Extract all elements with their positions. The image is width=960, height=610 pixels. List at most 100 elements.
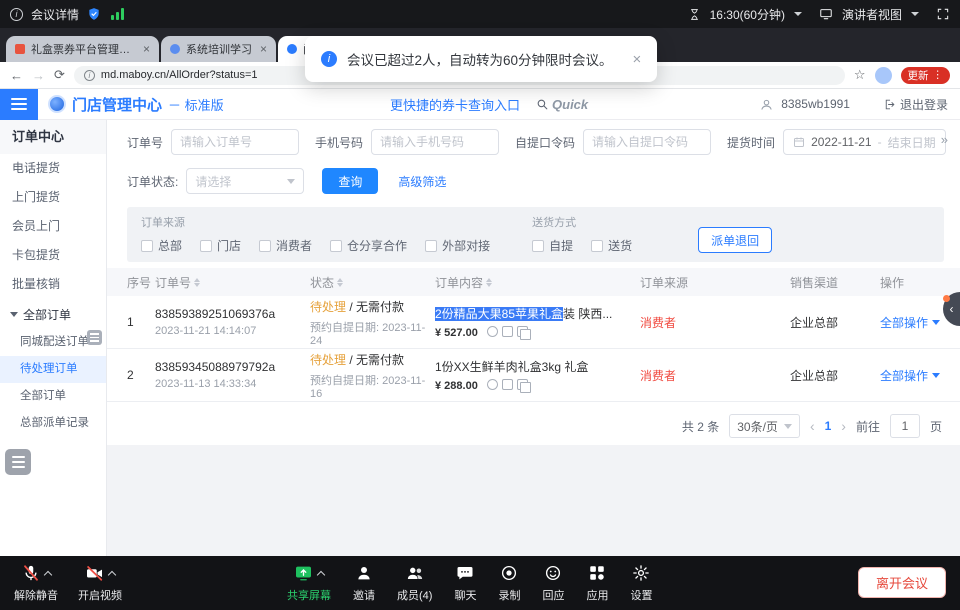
advanced-filter-link[interactable]: 高级筛选 (398, 173, 446, 190)
username[interactable]: 8385wb1991 (781, 97, 850, 111)
url-text: md.maboy.cn/AllOrder?status=1 (101, 69, 258, 81)
package-icon[interactable] (502, 379, 513, 390)
order-status-select[interactable]: 请选择 (186, 168, 304, 194)
prev-page-icon[interactable]: ‹ (810, 418, 815, 434)
app-header: 门店管理中心 － 标准版 更快捷的券卡查询入口 Quick 8385wb1991 (0, 89, 960, 120)
row-actions-label: 全部操作 (880, 367, 928, 384)
meeting-details-label[interactable]: 会议详情 (31, 6, 79, 23)
sidebar-item-card-pickup[interactable]: 卡包提货 (0, 241, 106, 270)
logout-icon (883, 98, 896, 111)
back-icon[interactable]: ← (10, 68, 23, 83)
checkbox-delivery[interactable]: 送货 (591, 237, 632, 254)
order-no-cell: 83859345088979792a 2023-11-13 14:33:34 (155, 360, 310, 390)
forward-icon[interactable]: → (32, 68, 45, 83)
video-options-caret[interactable] (108, 571, 116, 579)
record-button[interactable]: 录制 (498, 563, 520, 603)
pickup-date: 预约自提日期: 2023-11-16 (310, 372, 435, 400)
order-no[interactable]: 83859345088979792a (155, 360, 310, 374)
start-video-button[interactable]: 开启视频 (78, 563, 122, 603)
header-content[interactable]: 订单内容 (435, 274, 640, 291)
share-options-caret[interactable] (317, 571, 325, 579)
stamp-icon[interactable] (487, 326, 498, 337)
order-no[interactable]: 83859389251069376a (155, 307, 310, 321)
stamp-icon[interactable] (487, 379, 498, 390)
app-menu-button[interactable] (0, 89, 38, 120)
toast-close-icon[interactable]: × (633, 51, 642, 68)
chat-button[interactable]: 聊天 (454, 563, 476, 603)
reaction-button[interactable]: 回应 (542, 563, 564, 603)
order-no-input[interactable] (171, 129, 299, 155)
page-size-select[interactable]: 30条/页 (729, 414, 800, 438)
sort-icon[interactable] (337, 278, 343, 287)
view-caret-icon[interactable] (911, 12, 919, 16)
checkbox-icon (330, 240, 342, 252)
copy-icon[interactable] (517, 379, 528, 390)
floating-list-toggle[interactable] (5, 449, 31, 475)
header-status[interactable]: 状态 (310, 274, 435, 291)
sidebar-drag-handle[interactable] (87, 330, 102, 345)
sidebar-item-batch-verify[interactable]: 批量核销 (0, 270, 106, 299)
header-order-no[interactable]: 订单号 (155, 274, 310, 291)
sidebar-item-pending-orders[interactable]: 待处理订单 (0, 356, 106, 383)
checkbox-self-pickup[interactable]: 自提 (532, 237, 573, 254)
unmute-button[interactable]: 解除静音 (14, 563, 58, 603)
order-status-label: 订单状态: (127, 173, 178, 190)
checkbox-consumer[interactable]: 消费者 (259, 237, 312, 254)
mic-options-caret[interactable] (43, 571, 51, 579)
sidebar-group-all-orders[interactable]: 全部订单 (0, 299, 106, 329)
search-button[interactable]: 查询 (322, 168, 378, 194)
meeting-timer[interactable]: 16:30(60分钟) (710, 6, 785, 23)
next-page-icon[interactable]: › (841, 418, 846, 434)
checkbox-hq[interactable]: 总部 (141, 237, 182, 254)
bookmark-star-icon[interactable]: ☆ (854, 67, 866, 83)
checkbox-external[interactable]: 外部对接 (425, 237, 490, 254)
current-page[interactable]: 1 (825, 419, 832, 433)
members-button[interactable]: 成员(4) (397, 563, 432, 603)
sidebar-item-door-pickup[interactable]: 上门提货 (0, 183, 106, 212)
quick-search[interactable]: Quick (536, 97, 588, 112)
browser-update-button[interactable]: 更新 ⋮ (901, 67, 951, 84)
logout-button[interactable]: 退出登录 (883, 96, 948, 113)
reload-icon[interactable]: ⟳ (54, 67, 65, 83)
pickup-code-input[interactable] (583, 129, 711, 155)
browser-profile-avatar[interactable] (875, 67, 892, 84)
tab-close-icon[interactable]: × (260, 42, 267, 56)
collapse-filters-icon[interactable]: » (941, 132, 948, 147)
copy-icon[interactable] (517, 326, 528, 337)
share-screen-button[interactable]: 共享屏幕 (287, 563, 331, 603)
browser-tab-training[interactable]: 系统培训学习 × (161, 36, 276, 62)
page-background (107, 445, 960, 556)
timer-caret-icon[interactable] (794, 12, 802, 16)
sort-icon[interactable] (194, 278, 200, 287)
apps-button[interactable]: 应用 (586, 563, 608, 603)
goto-page-input[interactable] (890, 414, 920, 438)
package-icon[interactable] (502, 326, 513, 337)
checkbox-icon (425, 240, 437, 252)
table-row: 1 83859389251069376a 2023-11-21 14:14:07… (107, 296, 960, 349)
phone-input[interactable] (371, 129, 499, 155)
leave-meeting-button[interactable]: 离开会议 (858, 567, 946, 598)
timer-hourglass-icon (688, 8, 701, 21)
tab-close-icon[interactable]: × (143, 42, 150, 56)
selected-product-text[interactable]: 2份精品大果85苹果礼盒 (435, 307, 563, 321)
site-info-icon[interactable]: i (84, 70, 95, 81)
coupon-query-link[interactable]: 更快捷的券卡查询入口 (390, 95, 520, 114)
sort-icon[interactable] (486, 278, 492, 287)
row-index: 2 (127, 368, 155, 382)
browser-tab-giftbox[interactable]: 礼盒票券平台管理中心 × (6, 36, 159, 62)
settings-button[interactable]: 设置 (630, 563, 652, 603)
sidebar-item-phone-pickup[interactable]: 电话提货 (0, 154, 106, 183)
row-actions-dropdown[interactable]: 全部操作 (880, 367, 956, 384)
invite-button[interactable]: 邀请 (353, 563, 375, 603)
meeting-info-icon: i (10, 8, 23, 21)
fullscreen-icon[interactable] (936, 7, 950, 21)
view-mode-label[interactable]: 演讲者视图 (842, 6, 902, 23)
sidebar-item-member-visit[interactable]: 会员上门 (0, 212, 106, 241)
sidebar-item-all-orders[interactable]: 全部订单 (0, 383, 106, 410)
order-time: 2023-11-21 14:14:07 (155, 325, 310, 337)
dispatch-return-button[interactable]: 派单退回 (698, 227, 772, 253)
date-range-picker[interactable]: 2022-11-21 - 结束日期 (783, 129, 946, 155)
checkbox-store[interactable]: 门店 (200, 237, 241, 254)
checkbox-warehouse-coop[interactable]: 仓分享合作 (330, 237, 407, 254)
sidebar-item-hq-dispatch-log[interactable]: 总部派单记录 (0, 410, 106, 437)
